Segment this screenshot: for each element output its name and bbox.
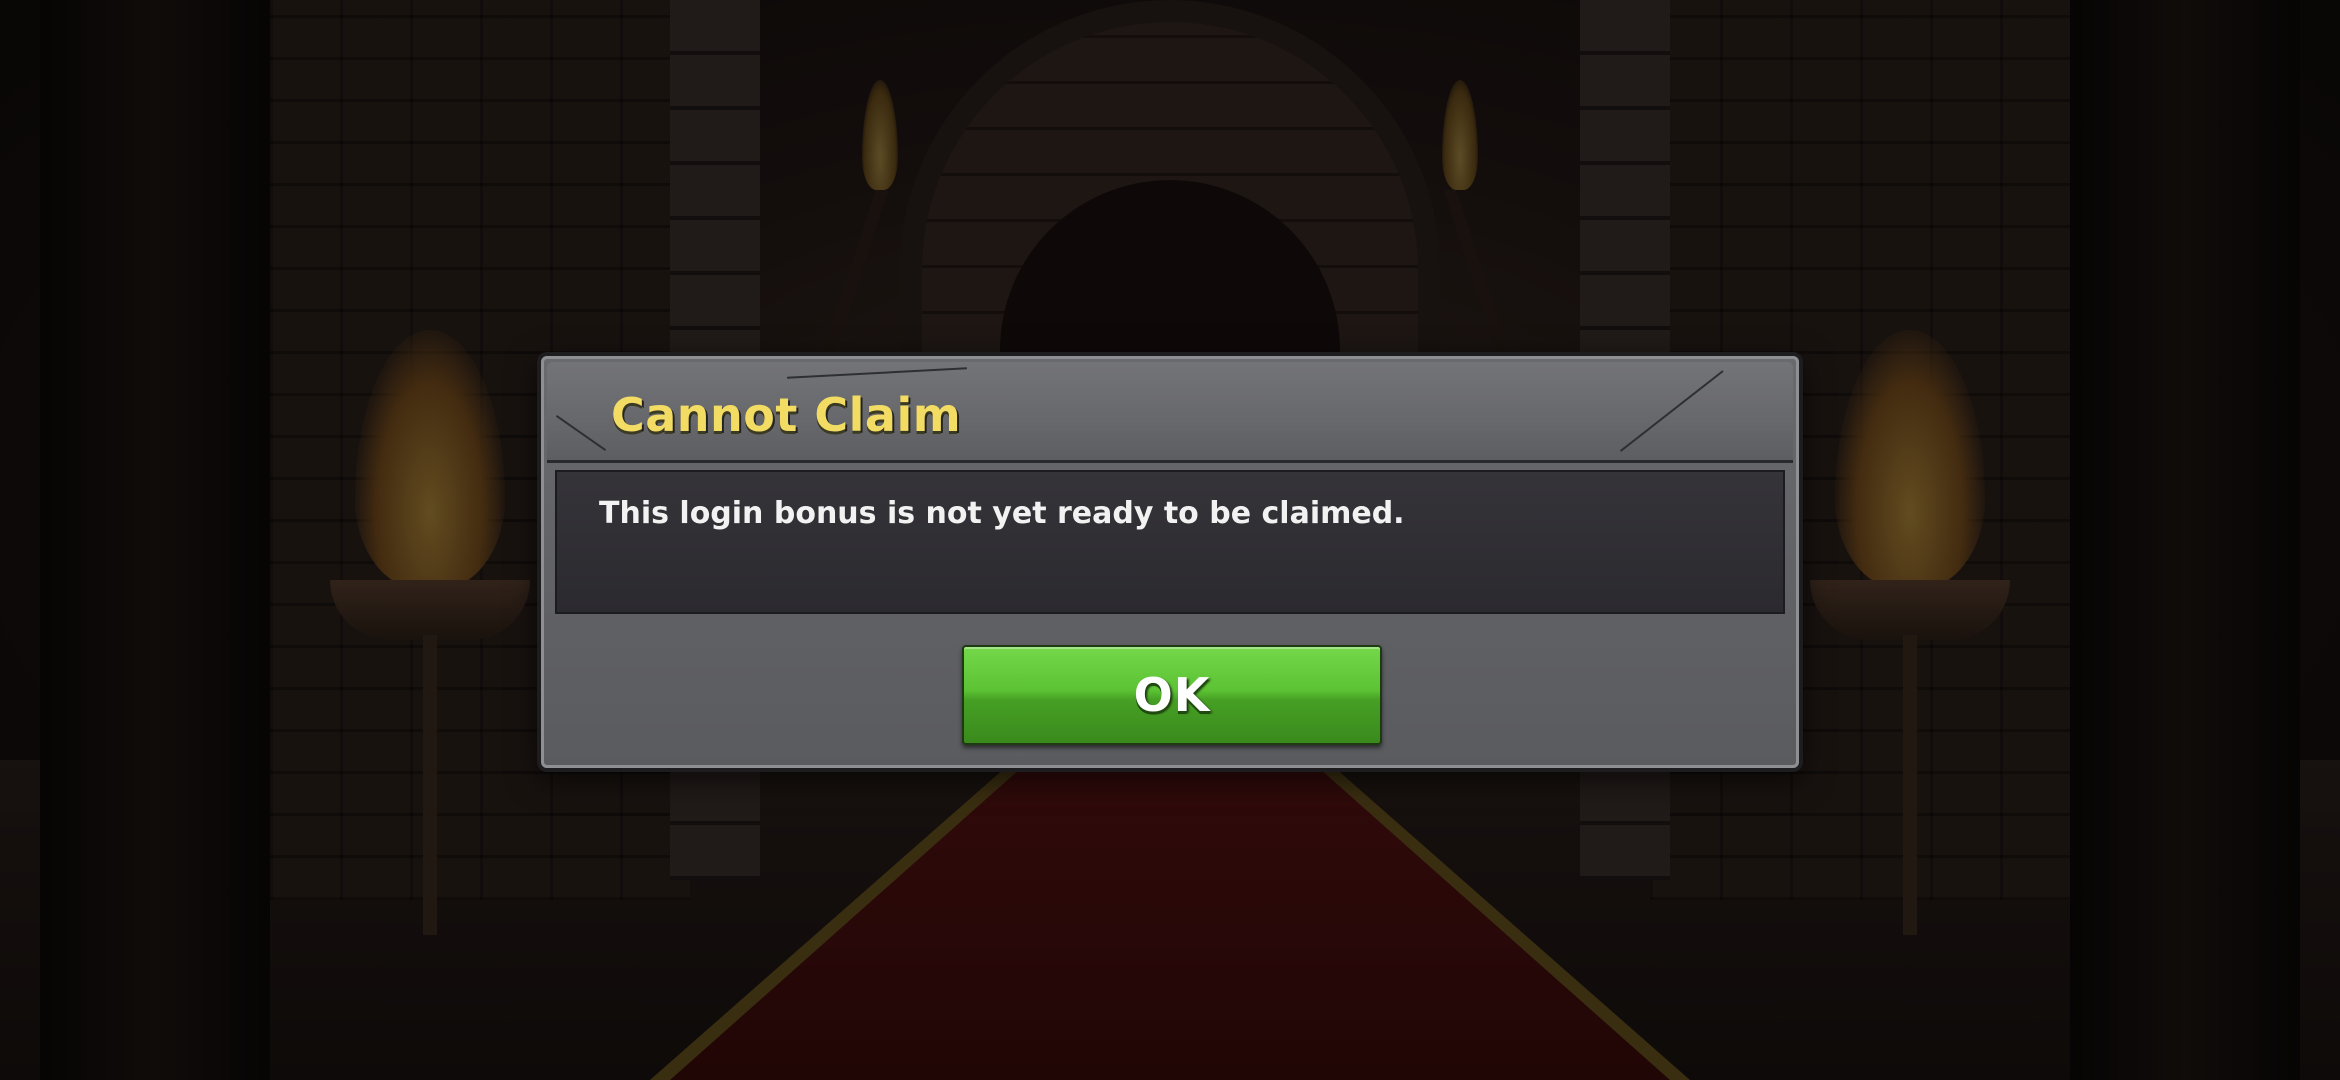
cannot-claim-dialog: Cannot Claim This login bonus is not yet…	[537, 352, 1803, 772]
dialog-message: This login bonus is not yet ready to be …	[599, 496, 1405, 531]
dialog-title: Cannot Claim	[611, 388, 962, 442]
dialog-message-panel: This login bonus is not yet ready to be …	[555, 470, 1785, 614]
stone-crack-decoration	[787, 367, 967, 379]
ok-button-label: OK	[1133, 668, 1211, 722]
game-screen: Cannot Claim This login bonus is not yet…	[0, 0, 2340, 1080]
stone-crack-decoration	[555, 414, 607, 452]
stone-crack-decoration	[1619, 370, 1724, 452]
ok-button[interactable]: OK	[962, 645, 1382, 745]
dialog-header: Cannot Claim	[547, 362, 1793, 463]
